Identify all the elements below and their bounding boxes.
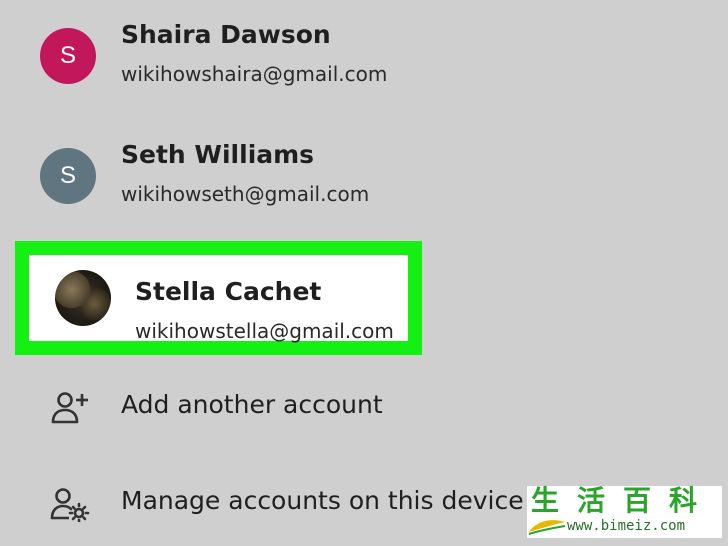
- avatar: [55, 270, 111, 326]
- manage-accounts-icon: [50, 486, 90, 524]
- watermark-logo-text: 生活百科: [531, 484, 716, 517]
- account-email: wikihowshaira@gmail.com: [121, 62, 388, 86]
- account-name: Shaira Dawson: [121, 20, 331, 49]
- account-name: Seth Williams: [121, 140, 315, 169]
- add-another-account-button[interactable]: Add another account: [0, 372, 728, 442]
- highlight-frame: Stella Cachet wikihowstella@gmail.com: [15, 241, 422, 355]
- account-name: Stella Cachet: [135, 277, 322, 306]
- avatar: S: [40, 28, 96, 84]
- avatar: S: [40, 148, 96, 204]
- watermark-url: www.bimeiz.com: [567, 518, 686, 534]
- account-email: wikihowseth@gmail.com: [121, 182, 370, 206]
- leaf-icon: [528, 520, 566, 535]
- account-email: wikihowstella@gmail.com: [135, 319, 394, 343]
- account-switcher-screen: S Shaira Dawson wikihowshaira@gmail.com …: [0, 0, 728, 546]
- watermark: 生活百科 www.bimeiz.com: [527, 486, 722, 538]
- person-add-icon: [50, 390, 90, 426]
- account-item-stella[interactable]: Stella Cachet wikihowstella@gmail.com: [29, 255, 408, 343]
- account-item-shaira[interactable]: S Shaira Dawson wikihowshaira@gmail.com: [0, 0, 728, 120]
- account-item-seth[interactable]: S Seth Williams wikihowseth@gmail.com: [0, 120, 728, 240]
- add-account-label: Add another account: [121, 390, 383, 419]
- manage-accounts-label: Manage accounts on this device: [121, 486, 524, 515]
